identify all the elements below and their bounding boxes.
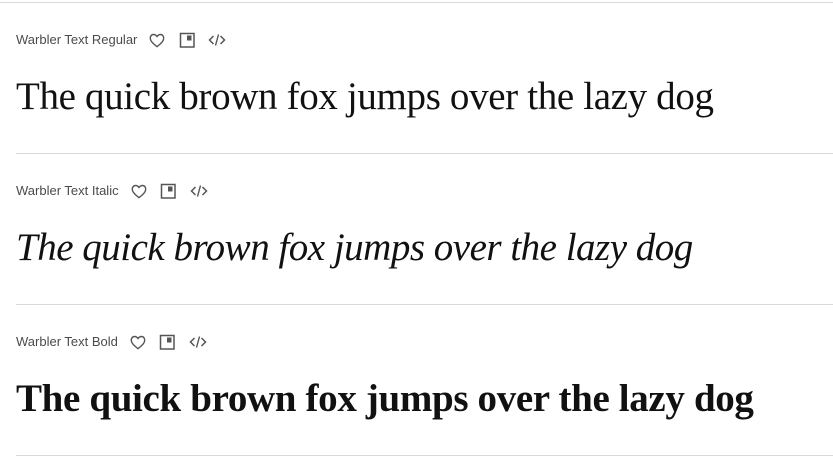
font-sample-italic: The quick brown fox jumps over the lazy …	[16, 226, 693, 269]
code-icon[interactable]	[188, 332, 208, 352]
font-name-italic: Warbler Text Italic	[16, 183, 119, 198]
font-style-row-bold: Warbler Text Bold The quick brown fox ju…	[16, 305, 833, 456]
heart-icon[interactable]	[128, 332, 148, 352]
copy-icon[interactable]	[158, 332, 178, 352]
copy-icon[interactable]	[159, 181, 179, 201]
code-icon[interactable]	[189, 181, 209, 201]
font-meta-regular: Warbler Text Regular	[16, 30, 227, 50]
heart-icon[interactable]	[147, 30, 167, 50]
font-name-bold: Warbler Text Bold	[16, 334, 118, 349]
row-divider-bold	[16, 455, 833, 456]
font-sample-regular: The quick brown fox jumps over the lazy …	[16, 75, 714, 118]
copy-icon[interactable]	[177, 30, 197, 50]
font-sample-bold: The quick brown fox jumps over the lazy …	[16, 377, 754, 420]
code-icon[interactable]	[207, 30, 227, 50]
heart-icon[interactable]	[129, 181, 149, 201]
font-style-row-italic: Warbler Text Italic The quick brown fox …	[16, 154, 833, 305]
font-name-regular: Warbler Text Regular	[16, 32, 138, 47]
font-meta-italic: Warbler Text Italic	[16, 181, 209, 201]
font-style-row-regular: Warbler Text Regular The quick brown fox…	[16, 3, 833, 154]
font-meta-bold: Warbler Text Bold	[16, 332, 208, 352]
